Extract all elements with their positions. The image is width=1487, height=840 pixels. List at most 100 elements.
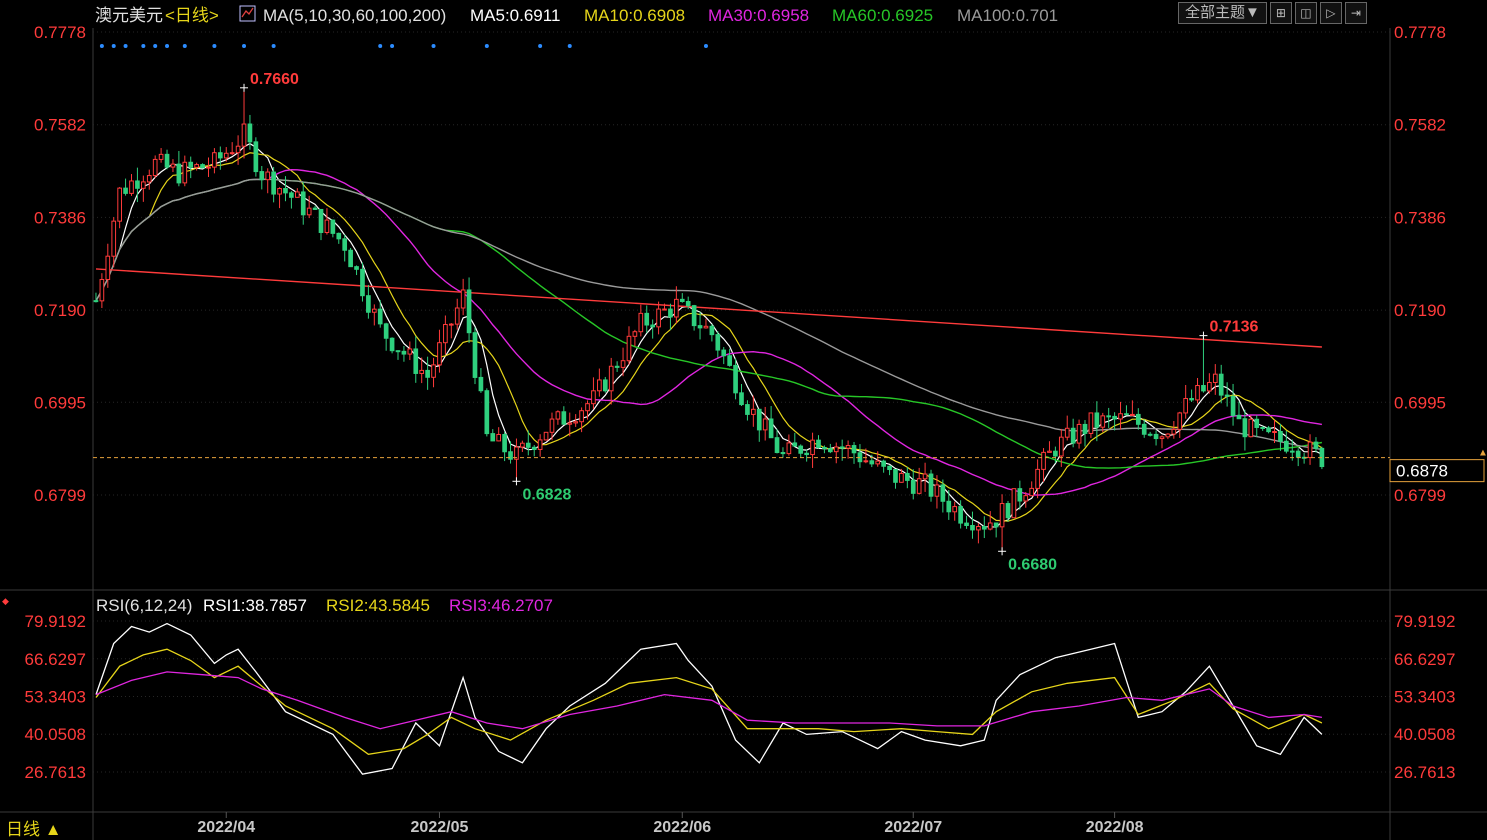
candle[interactable]	[626, 326, 632, 365]
candle[interactable]	[413, 336, 419, 383]
candle[interactable]	[1254, 415, 1260, 437]
candle[interactable]	[614, 361, 620, 372]
candle[interactable]	[1124, 405, 1129, 416]
candle[interactable]	[1112, 412, 1117, 431]
indicator-settings-icon[interactable]	[239, 5, 256, 22]
candle[interactable]	[217, 146, 223, 170]
candle[interactable]	[182, 155, 188, 187]
candle[interactable]	[496, 427, 502, 442]
candle[interactable]	[851, 441, 857, 464]
candle[interactable]	[1082, 420, 1088, 447]
candle[interactable]	[632, 329, 638, 347]
candle[interactable]	[1041, 448, 1046, 482]
candle[interactable]	[857, 444, 863, 468]
candle[interactable]	[715, 331, 721, 358]
candle[interactable]	[176, 150, 182, 187]
candle[interactable]	[739, 384, 744, 406]
candle[interactable]	[277, 187, 282, 209]
candle[interactable]	[733, 358, 738, 400]
candlestick-chart[interactable]: 澳元美元 <日线> MA(5,10,30,60,100,200) MA5:0.6911…	[0, 0, 1487, 840]
candle[interactable]	[1029, 481, 1035, 497]
candle[interactable]	[200, 163, 205, 169]
candle[interactable]	[537, 434, 543, 457]
theme-dropdown[interactable]: 全部主题▼	[1178, 2, 1267, 24]
candle[interactable]	[1301, 452, 1307, 464]
candle[interactable]	[1278, 423, 1283, 451]
candle[interactable]	[170, 159, 176, 173]
candle[interactable]	[1307, 434, 1313, 465]
candle[interactable]	[152, 155, 158, 178]
candle[interactable]	[756, 408, 762, 442]
candle[interactable]	[123, 178, 128, 196]
candle[interactable]	[1230, 383, 1236, 426]
candle[interactable]	[1035, 459, 1040, 499]
candle[interactable]	[348, 247, 353, 268]
candle[interactable]	[1171, 421, 1177, 439]
candle[interactable]	[703, 318, 709, 329]
candle[interactable]	[407, 341, 413, 361]
candle[interactable]	[916, 467, 922, 495]
candle[interactable]	[987, 511, 993, 531]
candle[interactable]	[810, 432, 815, 468]
candle[interactable]	[1177, 411, 1183, 438]
candle[interactable]	[1017, 480, 1023, 510]
candle[interactable]	[970, 511, 975, 539]
candle[interactable]	[129, 174, 134, 196]
candle[interactable]	[484, 388, 490, 437]
candle[interactable]	[366, 284, 371, 319]
period-selector[interactable]: 日线 ▲	[0, 815, 75, 840]
candle[interactable]	[431, 357, 436, 388]
candle[interactable]	[981, 516, 987, 539]
candle[interactable]	[833, 442, 839, 464]
candle[interactable]	[691, 304, 697, 331]
candle[interactable]	[158, 148, 164, 163]
candle[interactable]	[164, 149, 170, 170]
candle[interactable]	[999, 494, 1005, 552]
candle[interactable]	[964, 515, 969, 529]
candle[interactable]	[306, 195, 312, 219]
candle[interactable]	[478, 368, 484, 393]
candle[interactable]	[342, 234, 348, 262]
candle[interactable]	[466, 277, 472, 343]
candle[interactable]	[1189, 389, 1194, 402]
candle[interactable]	[117, 187, 122, 229]
layout-columns-icon[interactable]: ◫	[1294, 2, 1317, 24]
candle[interactable]	[786, 434, 792, 456]
candle[interactable]	[1153, 430, 1159, 446]
candle[interactable]	[922, 462, 928, 492]
candle[interactable]	[502, 431, 507, 462]
candle[interactable]	[395, 350, 401, 360]
candle[interactable]	[976, 523, 981, 544]
candle[interactable]	[780, 447, 786, 458]
candle[interactable]	[1212, 364, 1218, 395]
candle[interactable]	[762, 406, 768, 441]
candle[interactable]	[271, 166, 276, 203]
candle[interactable]	[555, 410, 561, 425]
candle[interactable]	[1076, 419, 1082, 449]
candle[interactable]	[668, 303, 673, 331]
candle[interactable]	[1218, 364, 1224, 404]
candle[interactable]	[206, 157, 211, 177]
candle[interactable]	[952, 501, 958, 521]
candle[interactable]	[798, 444, 804, 458]
layout-grid-icon[interactable]: ⊞	[1269, 2, 1292, 24]
candle[interactable]	[674, 286, 679, 324]
candle[interactable]	[543, 431, 549, 441]
candle[interactable]	[1236, 401, 1242, 420]
candle[interactable]	[608, 357, 614, 405]
candle[interactable]	[514, 438, 519, 482]
candle[interactable]	[1313, 437, 1319, 453]
candle[interactable]	[531, 444, 537, 457]
candle[interactable]	[520, 440, 525, 452]
candle[interactable]	[904, 467, 910, 489]
candle[interactable]	[324, 208, 330, 235]
candle[interactable]	[425, 356, 430, 390]
candle[interactable]	[721, 347, 727, 365]
candle[interactable]	[1201, 335, 1206, 393]
candle[interactable]	[1224, 382, 1230, 407]
candle[interactable]	[727, 348, 732, 367]
candle[interactable]	[1088, 412, 1094, 438]
candle[interactable]	[1183, 384, 1189, 419]
candle[interactable]	[401, 346, 407, 362]
candle[interactable]	[330, 219, 336, 238]
